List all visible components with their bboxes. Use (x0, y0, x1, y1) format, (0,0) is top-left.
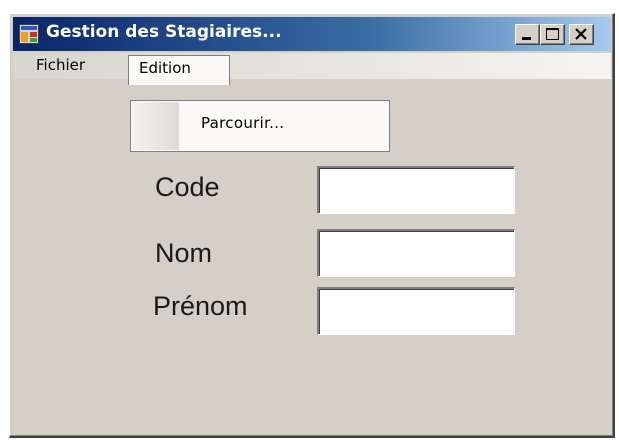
title-bar[interactable]: Gestion des Stagiaires... (13, 17, 611, 51)
dropdown-icon-strip (132, 102, 179, 150)
menu-item-parcourir[interactable]: Parcourir... (201, 114, 284, 132)
prenom-label: Prénom (153, 291, 248, 321)
prenom-field[interactable] (317, 287, 515, 335)
app-window-icon[interactable] (19, 24, 39, 44)
minimize-button[interactable] (515, 24, 540, 45)
main-window: Gestion des Stagiaires... Fichier Editio… (9, 13, 615, 438)
window-title: Gestion des Stagiaires... (46, 22, 282, 42)
code-label: Code (155, 172, 220, 202)
close-icon (575, 28, 587, 40)
code-field[interactable] (317, 166, 515, 214)
menu-bar: Fichier (13, 53, 611, 79)
minimize-icon (522, 37, 531, 40)
nom-field[interactable] (317, 229, 515, 277)
nom-label: Nom (155, 238, 213, 268)
menu-edition[interactable]: Edition (128, 55, 230, 85)
edition-dropdown-menu: Parcourir... (130, 100, 390, 152)
maximize-button[interactable] (540, 24, 565, 45)
menu-fichier[interactable]: Fichier (36, 53, 85, 79)
maximize-icon (546, 28, 559, 40)
close-button[interactable] (569, 24, 594, 45)
